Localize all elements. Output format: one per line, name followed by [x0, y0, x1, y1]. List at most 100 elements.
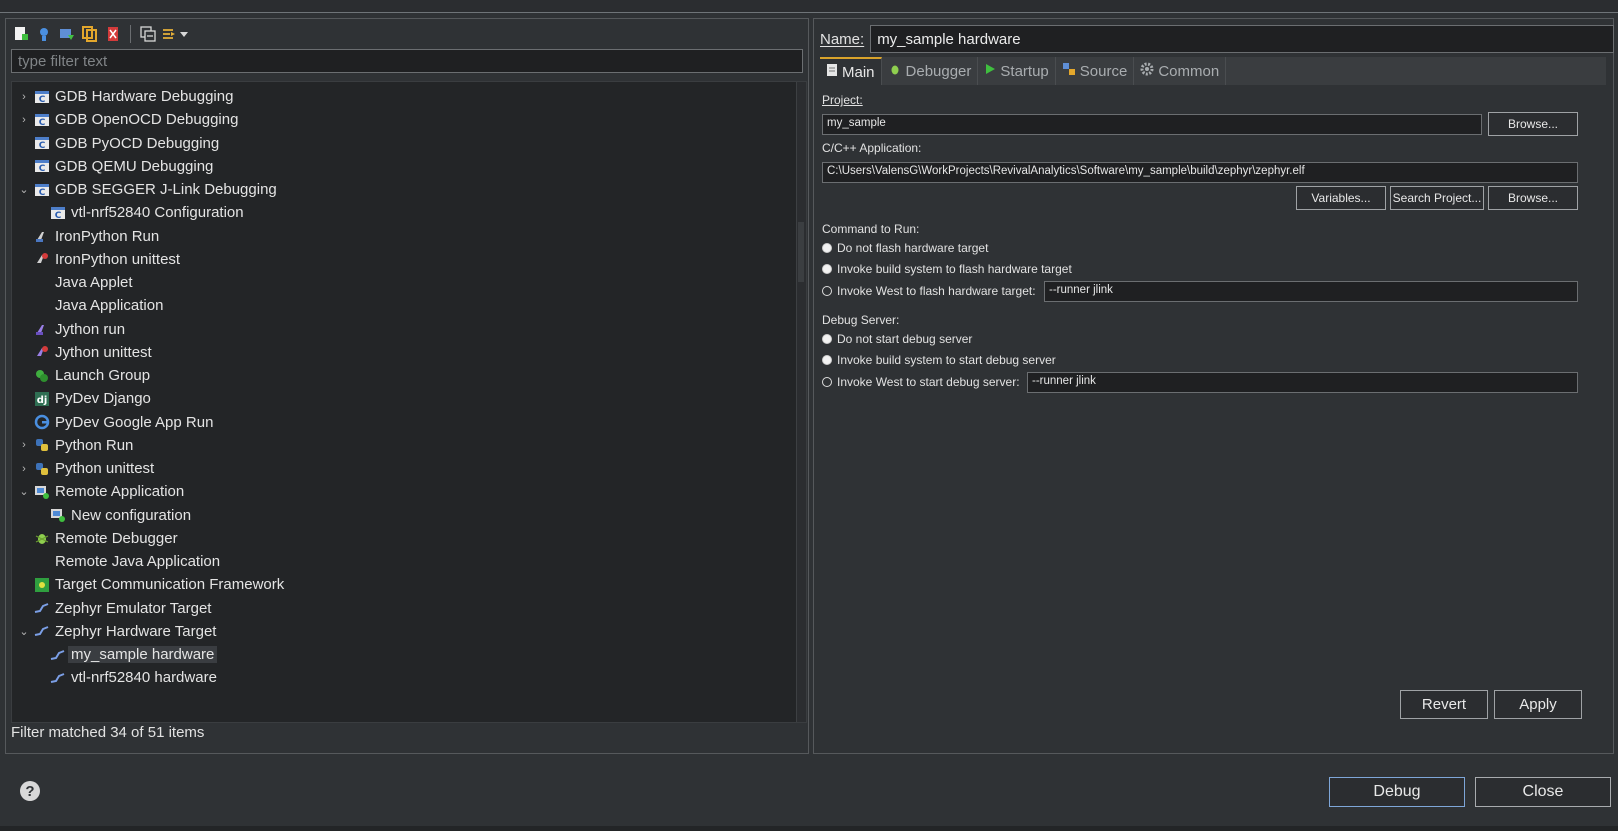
radio-button[interactable]: [822, 334, 832, 344]
radio-west-debug-server[interactable]: Invoke West to start debug server:: [822, 375, 1020, 389]
tree-scrollbar[interactable]: [796, 82, 806, 722]
c-icon: C: [50, 205, 66, 221]
tree-item[interactable]: ⌄ Zephyr Hardware Target: [12, 620, 216, 643]
tree-item[interactable]: Remote Java Application: [12, 550, 220, 573]
tree-item[interactable]: C GDB PyOCD Debugging: [12, 132, 219, 155]
collapse-all-icon[interactable]: [138, 24, 158, 44]
close-button[interactable]: Close: [1475, 777, 1611, 807]
expand-chevron-icon[interactable]: ⌄: [18, 485, 30, 499]
export-icon[interactable]: [57, 24, 77, 44]
radio-button[interactable]: [822, 264, 832, 274]
tree-item[interactable]: IronPython unittest: [12, 248, 180, 271]
variables-button[interactable]: Variables...: [1296, 186, 1386, 210]
radio-button[interactable]: [822, 286, 832, 296]
tree-item[interactable]: Jython unittest: [12, 341, 152, 364]
radio-no-debug-server[interactable]: Do not start debug server: [822, 332, 972, 346]
tree-item[interactable]: IronPython Run: [12, 225, 159, 248]
tree-item-label: Remote Application: [55, 483, 185, 501]
tree-item[interactable]: PyDev Google App Run: [12, 411, 213, 434]
remote-app-icon: [34, 484, 50, 500]
bug-icon: [888, 62, 902, 80]
tree-item[interactable]: › C GDB Hardware Debugging: [12, 85, 233, 108]
app-path-input[interactable]: C:\Users\ValensG\WorkProjects\RevivalAna…: [822, 162, 1578, 183]
expand-chevron-icon[interactable]: ›: [18, 113, 30, 127]
tree-item[interactable]: Launch Group: [12, 364, 150, 387]
google-icon: [34, 414, 50, 430]
tree-item-label: GDB OpenOCD Debugging: [55, 111, 239, 129]
new-config-icon[interactable]: [11, 24, 31, 44]
debug-button[interactable]: Debug: [1329, 777, 1465, 807]
tree-item[interactable]: ⌄ Remote Application: [12, 480, 184, 503]
scrollbar-thumb[interactable]: [798, 222, 804, 282]
delete-icon[interactable]: [103, 24, 123, 44]
expand-chevron-icon[interactable]: ›: [18, 90, 30, 104]
apply-button[interactable]: Apply: [1494, 690, 1582, 719]
tree-item[interactable]: Java Application: [12, 294, 163, 317]
tab-debugger[interactable]: Debugger: [882, 57, 979, 85]
tree-item[interactable]: ⌄ C GDB SEGGER J-Link Debugging: [12, 178, 276, 201]
tree-item-label: Jython run: [55, 320, 126, 338]
tree-item[interactable]: Target Communication Framework: [12, 573, 284, 596]
revert-button[interactable]: Revert: [1400, 690, 1488, 719]
radio-button[interactable]: [822, 355, 832, 365]
duplicate-icon[interactable]: [80, 24, 100, 44]
tab-main[interactable]: Main: [820, 57, 882, 85]
expand-chevron-icon[interactable]: ⌄: [18, 624, 30, 638]
tree-item[interactable]: C GDB QEMU Debugging: [12, 155, 213, 178]
tree-item[interactable]: my_sample hardware: [12, 643, 218, 666]
svg-text:C: C: [39, 95, 46, 105]
expand-chevron-icon[interactable]: ›: [18, 462, 30, 476]
filter-status: Filter matched 34 of 51 items: [11, 724, 205, 741]
app-browse-button[interactable]: Browse...: [1488, 186, 1578, 210]
search-project-button[interactable]: Search Project...: [1390, 186, 1484, 210]
tree-item[interactable]: › Python unittest: [12, 457, 154, 480]
radio-west-flash[interactable]: Invoke West to flash hardware target:: [822, 284, 1036, 298]
project-browse-button[interactable]: Browse...: [1488, 112, 1578, 136]
jython-run-icon: [34, 321, 50, 337]
python-icon: [34, 461, 50, 477]
tree-item[interactable]: › Python Run: [12, 434, 133, 457]
filter-icon[interactable]: [161, 24, 191, 44]
tree-item-label: Python Run: [55, 436, 134, 454]
west-flash-args-input[interactable]: --runner jlink: [1044, 281, 1578, 302]
tree-item[interactable]: › C GDB OpenOCD Debugging: [12, 108, 238, 131]
west-debug-args-input[interactable]: --runner jlink: [1027, 372, 1578, 393]
tree-item[interactable]: Jython run: [12, 318, 125, 341]
tree-item-label: vtl-nrf52840 hardware: [71, 669, 217, 687]
bug-icon: [34, 530, 50, 546]
tab-startup[interactable]: Startup: [978, 57, 1056, 85]
radio-build-flash[interactable]: Invoke build system to flash hardware ta…: [822, 262, 1072, 276]
tree-item[interactable]: Zephyr Emulator Target: [12, 597, 211, 620]
project-label: Project:: [822, 93, 863, 107]
project-input[interactable]: my_sample: [822, 114, 1482, 135]
tree-item-label: Launch Group: [55, 367, 151, 384]
expand-chevron-icon[interactable]: ›: [18, 438, 30, 452]
radio-no-flash[interactable]: Do not flash hardware target: [822, 241, 988, 255]
radio-button[interactable]: [822, 377, 832, 387]
tree-item-label: Python unittest: [55, 460, 155, 477]
tree-item[interactable]: Cvtl-nrf52840 Configuration: [12, 201, 244, 224]
launch-config-tree[interactable]: › C GDB Hardware Debugging › C GDB OpenOCD De…: [11, 81, 807, 723]
expand-chevron-icon[interactable]: ⌄: [18, 183, 30, 197]
tree-item-label: Remote Java Application: [55, 553, 221, 570]
radio-build-debug-server[interactable]: Invoke build system to start debug serve…: [822, 353, 1056, 367]
tcf-icon: [34, 577, 50, 593]
tree-item-label: Java Applet: [55, 274, 133, 291]
new-prototype-icon[interactable]: [34, 24, 54, 44]
help-icon[interactable]: ?: [20, 781, 40, 801]
filter-input[interactable]: [11, 49, 803, 73]
tree-item[interactable]: New configuration: [12, 504, 191, 527]
tab-source[interactable]: Source: [1056, 57, 1135, 85]
radio-button[interactable]: [822, 243, 832, 253]
window-title-bar: [0, 0, 1618, 13]
tree-item[interactable]: vtl-nrf52840 hardware: [12, 666, 217, 689]
tree-item[interactable]: dj PyDev Django: [12, 387, 151, 410]
python-test-icon: [34, 251, 50, 267]
tree-item[interactable]: Remote Debugger: [12, 527, 178, 550]
name-input[interactable]: [870, 25, 1615, 53]
tree-item[interactable]: Java Applet: [12, 271, 133, 294]
jython-test-icon: [34, 344, 50, 360]
tab-common[interactable]: Common: [1134, 57, 1227, 85]
